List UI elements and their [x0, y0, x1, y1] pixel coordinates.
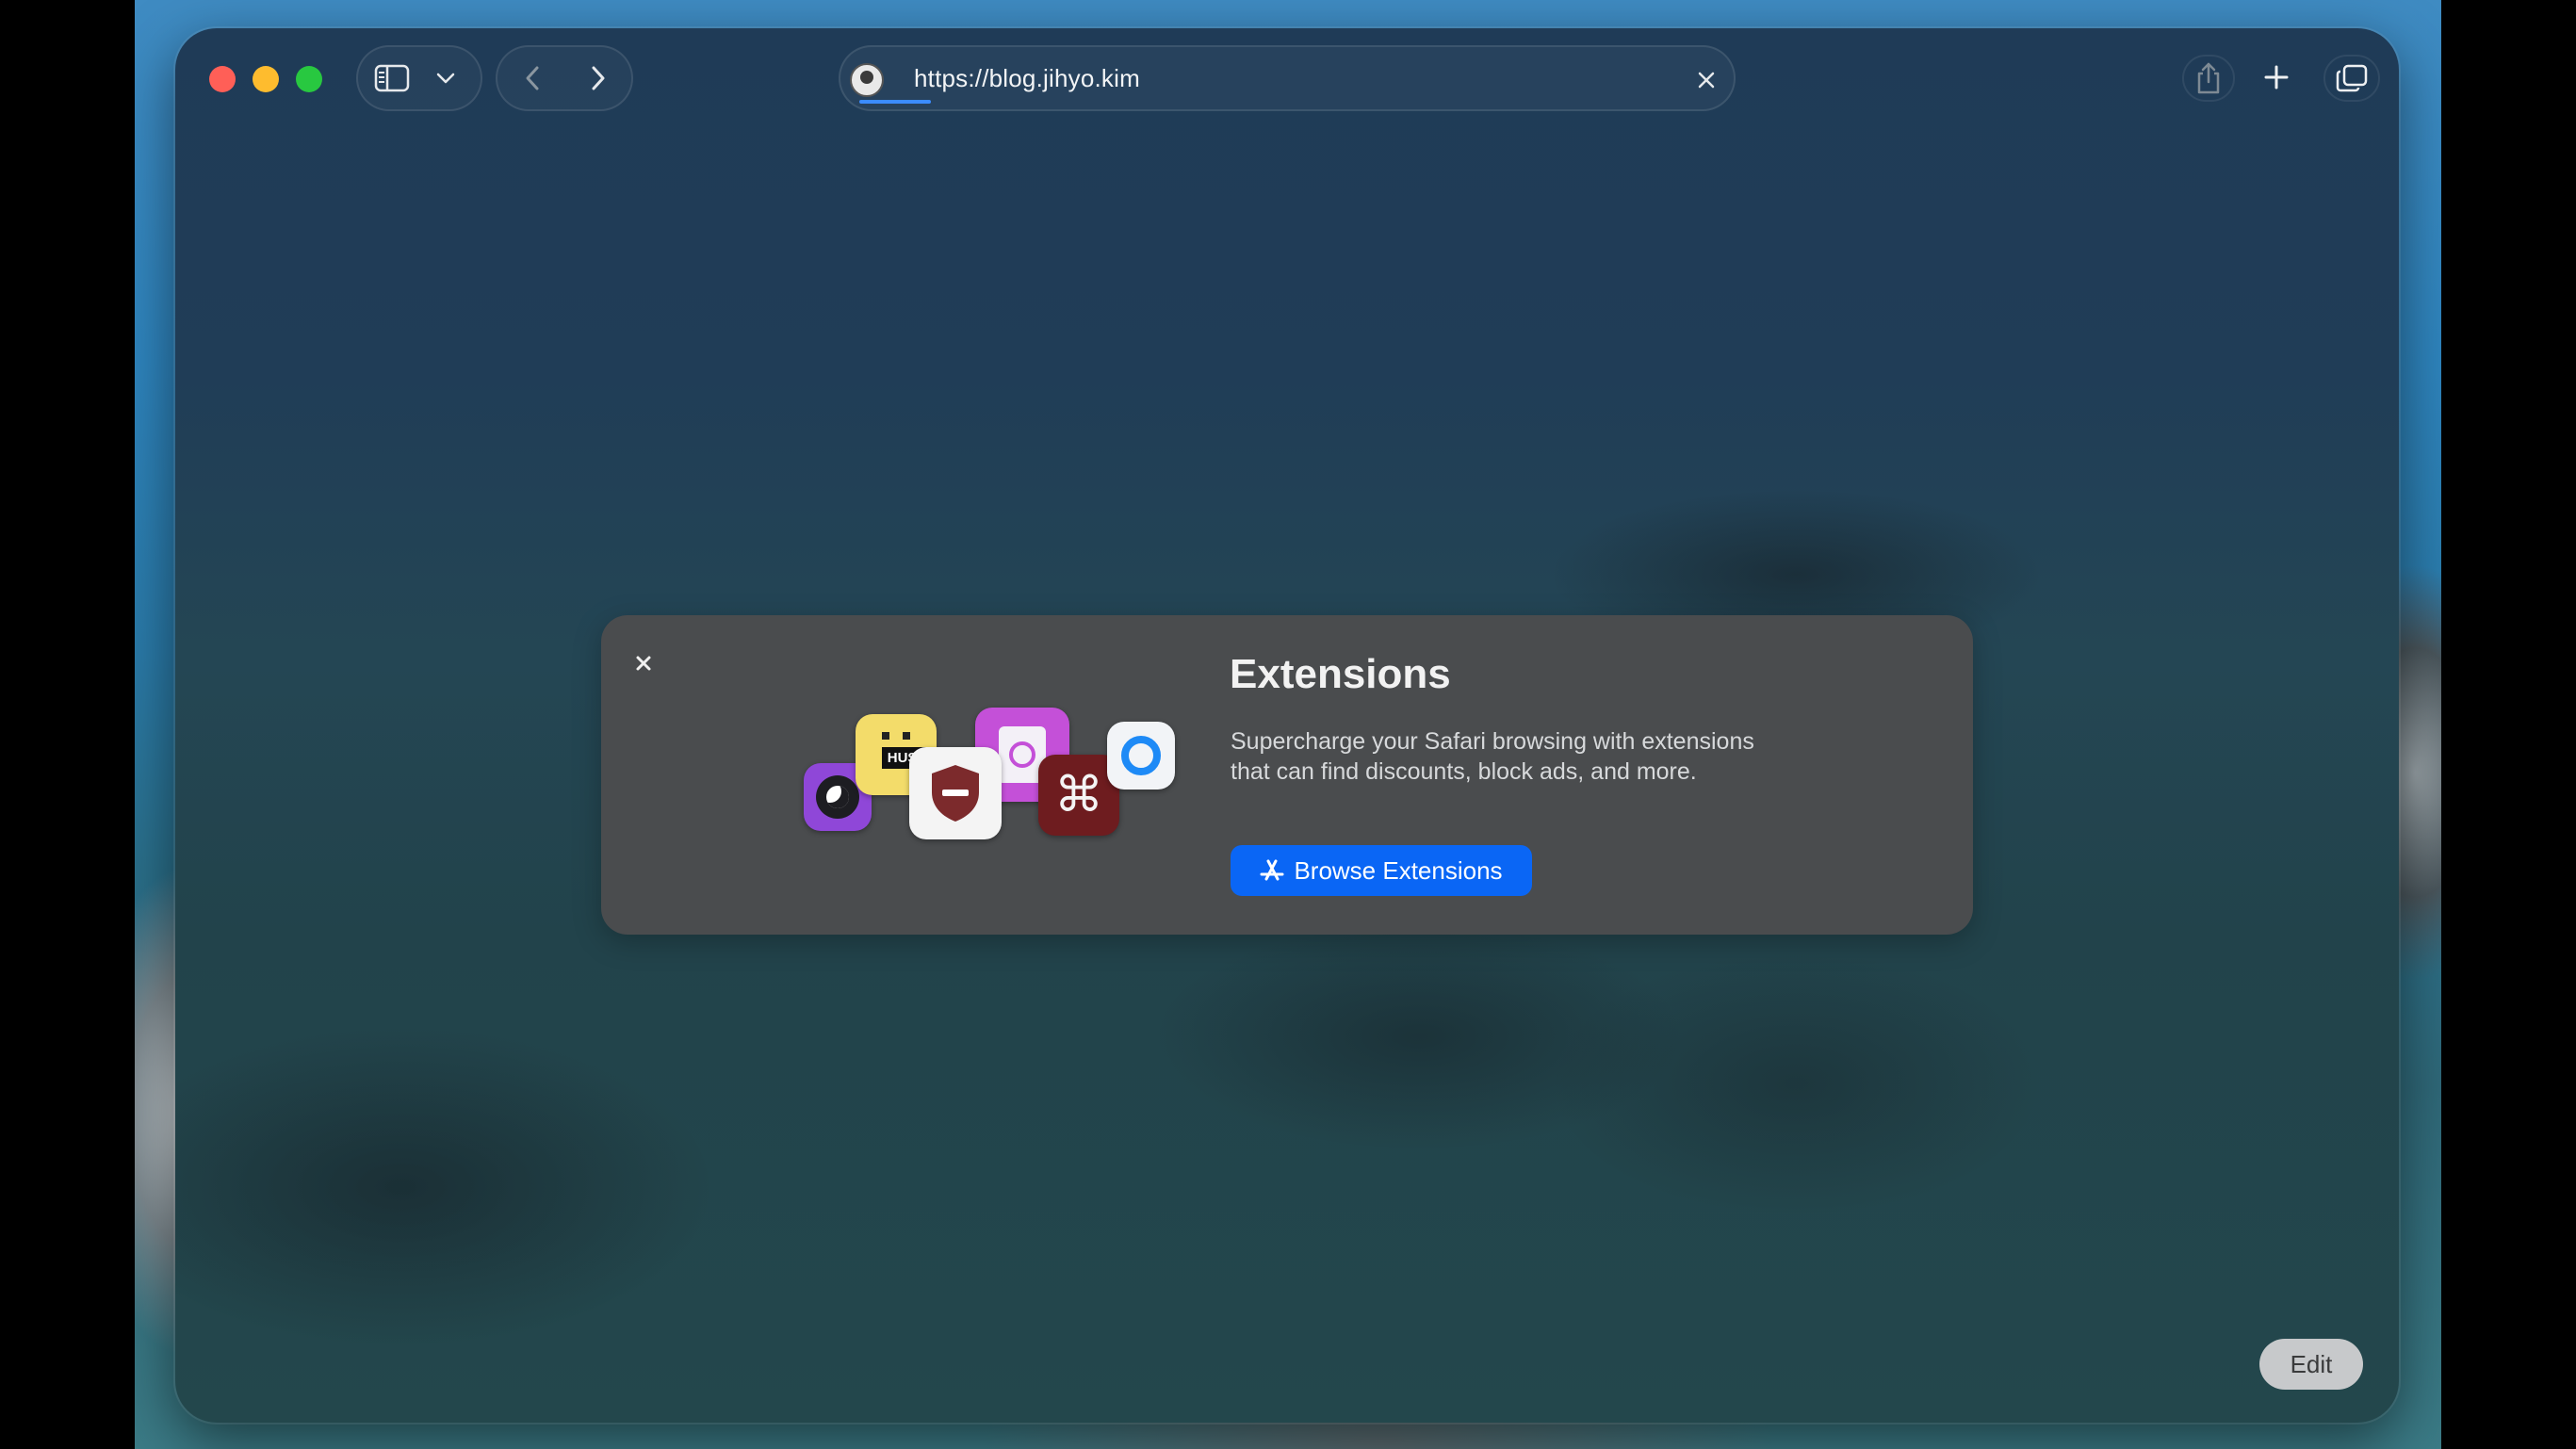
tab-overview-icon [2336, 64, 2368, 92]
close-window-button[interactable] [209, 66, 236, 92]
plus-icon [2264, 65, 2289, 90]
shield-icon [909, 747, 1002, 839]
blue-circle-icon [1107, 722, 1175, 790]
chevron-right-icon [592, 66, 605, 90]
sidebar-icon [374, 64, 410, 92]
minimize-window-button[interactable] [253, 66, 279, 92]
browse-extensions-button[interactable]: Browse Extensions [1231, 845, 1532, 896]
chevron-down-icon [436, 73, 455, 84]
chevron-left-icon [526, 66, 539, 90]
edit-label: Edit [2290, 1349, 2333, 1378]
extensions-card: HUSH ⌘ Extensions Supercharge your Safar… [601, 615, 1973, 935]
extensions-description: Supercharge your Safari browsing with ex… [1231, 728, 1754, 785]
share-button[interactable] [2182, 55, 2235, 102]
app-store-icon [1260, 859, 1284, 881]
new-tab-button[interactable] [2259, 60, 2293, 94]
share-icon [2197, 62, 2220, 94]
forward-button[interactable] [582, 60, 614, 96]
extensions-title: Extensions [1230, 651, 1451, 697]
close-icon [636, 656, 651, 671]
page-load-progress [859, 100, 931, 104]
browse-extensions-label: Browse Extensions [1294, 855, 1503, 885]
site-favicon-icon [850, 63, 884, 97]
sidebar-toggle-button[interactable] [373, 60, 411, 96]
address-bar[interactable]: https://blog.jihyo.kim [839, 45, 1736, 111]
tab-overview-button[interactable] [2323, 55, 2380, 102]
back-button[interactable] [516, 60, 548, 96]
zoom-window-button[interactable] [296, 66, 322, 92]
tab-group-menu-button[interactable] [432, 66, 460, 90]
address-url[interactable]: https://blog.jihyo.kim [914, 64, 1140, 93]
close-icon [1698, 72, 1715, 89]
stop-loading-button[interactable] [1690, 64, 1722, 96]
edit-start-page-button[interactable]: Edit [2259, 1339, 2363, 1390]
dismiss-extensions-card-button[interactable] [629, 649, 658, 677]
